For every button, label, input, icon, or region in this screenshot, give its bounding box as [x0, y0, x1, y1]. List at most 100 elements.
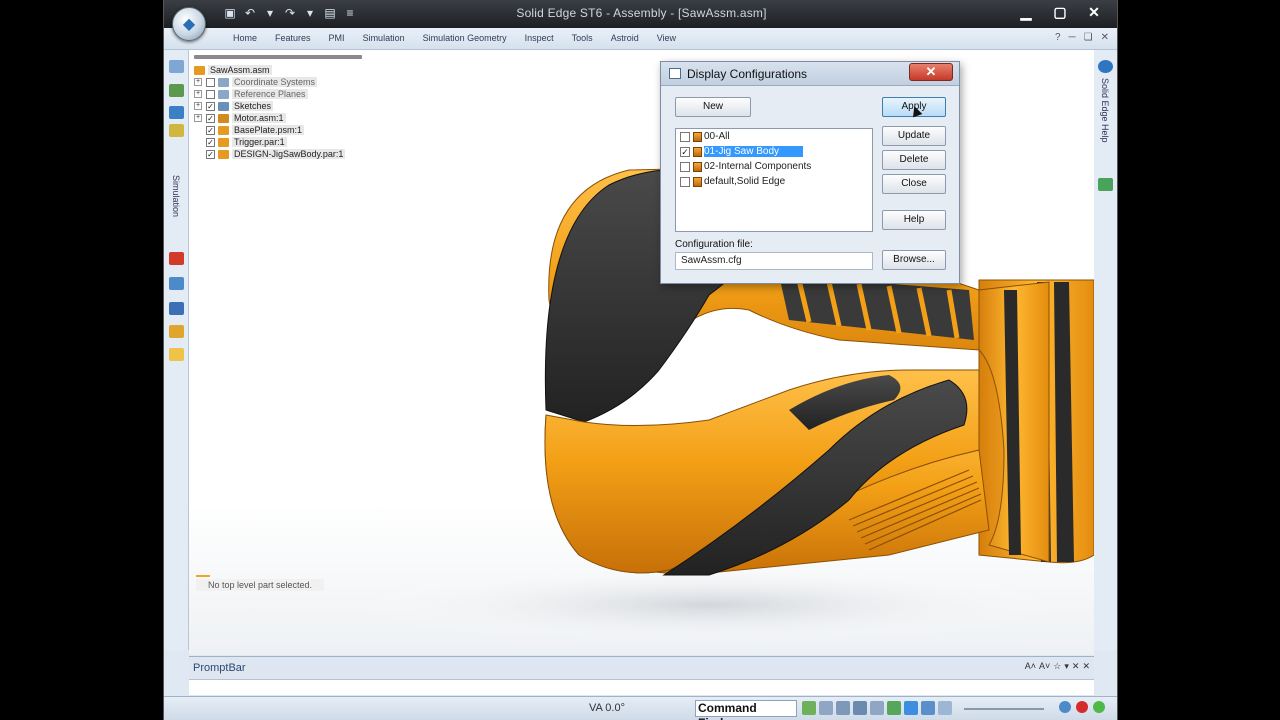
configuration-item[interactable]: 00-All	[676, 129, 872, 144]
configuration-file-field[interactable]: SawAssm.cfg	[675, 252, 873, 270]
expand-icon[interactable]: +	[194, 90, 202, 98]
configuration-list[interactable]: 00-All ✓ 01-Jig Saw Body 02-Internal Com…	[675, 128, 873, 232]
visibility-checkbox[interactable]: ✓	[206, 125, 215, 135]
teamcenter-icon[interactable]	[169, 348, 184, 361]
visibility-checkbox[interactable]	[206, 89, 215, 99]
pan-icon[interactable]	[870, 701, 884, 715]
youtube-icon[interactable]	[169, 252, 184, 265]
zoom-slider[interactable]	[964, 708, 1044, 710]
delete-button[interactable]: Delete	[882, 150, 946, 170]
simulation-tab-icon[interactable]	[169, 124, 184, 137]
feature-library-icon[interactable]	[169, 84, 184, 97]
tab-pmi[interactable]: PMI	[320, 33, 354, 43]
close-window-button[interactable]: ✕	[1079, 2, 1109, 22]
update-button[interactable]: Update	[882, 126, 946, 146]
solid-edge-help-label[interactable]: Solid Edge Help	[1100, 78, 1110, 143]
tree-item-trigger[interactable]: ✓ Trigger.par:1	[194, 136, 494, 148]
tab-inspect[interactable]: Inspect	[516, 33, 563, 43]
options-dropdown-icon[interactable]: ▾	[1064, 661, 1069, 672]
expand-icon[interactable]: +	[194, 102, 202, 110]
configuration-icon	[693, 131, 702, 142]
tab-features[interactable]: Features	[266, 33, 320, 43]
tab-astroid[interactable]: Astroid	[602, 33, 648, 43]
parts-library-icon[interactable]	[169, 302, 184, 315]
layers-icon[interactable]	[169, 106, 184, 119]
visibility-checkbox[interactable]: ✓	[206, 113, 215, 123]
doc-close-icon[interactable]: ✕	[1101, 32, 1109, 43]
tree-item-coordinate-systems[interactable]: + Coordinate Systems	[194, 76, 494, 88]
configuration-icon	[693, 176, 702, 187]
dialog-title-bar[interactable]: Display Configurations ✕	[661, 62, 959, 86]
tab-view[interactable]: View	[648, 33, 685, 43]
maximize-button[interactable]: ▢	[1045, 2, 1075, 22]
favorite-icon[interactable]: ☆	[1053, 661, 1061, 672]
shaded-view-icon[interactable]	[921, 701, 935, 715]
record-icon[interactable]	[1076, 701, 1088, 713]
pathfinder-tab-icon[interactable]	[169, 60, 184, 73]
configuration-item[interactable]: 02-Internal Components	[676, 159, 872, 174]
tree-item-baseplate[interactable]: ✓ BasePlate.psm:1	[194, 124, 494, 136]
tab-home[interactable]: Home	[224, 33, 266, 43]
expand-icon[interactable]: +	[194, 78, 202, 86]
refresh-help-icon[interactable]	[1098, 178, 1113, 191]
promptbar-close-icon[interactable]: ✕	[1082, 661, 1090, 672]
ribbon-tabs: Home Features PMI Simulation Simulation …	[224, 33, 685, 43]
simulation-tab-label[interactable]: Simulation	[171, 175, 181, 217]
status-indicator	[196, 575, 210, 577]
zoom-icon[interactable]	[836, 701, 850, 715]
zoom-in-icon[interactable]	[1059, 701, 1071, 713]
zoom-area-icon[interactable]	[819, 701, 833, 715]
configuration-checkbox[interactable]	[680, 161, 690, 172]
rotate-icon[interactable]	[887, 701, 901, 715]
close-button[interactable]: Close	[882, 174, 946, 194]
tree-item-label: Coordinate Systems	[232, 77, 318, 87]
tree-item-label: Motor.asm:1	[232, 113, 286, 123]
help-icon[interactable]: ?	[1055, 32, 1061, 43]
configuration-checkbox[interactable]	[680, 131, 690, 142]
sensors-icon[interactable]	[169, 277, 184, 290]
font-decrease-icon[interactable]: A˅	[1039, 661, 1050, 672]
doc-minimize-icon[interactable]: ─	[1069, 32, 1076, 43]
help-button[interactable]: Help	[882, 210, 946, 230]
browse-button[interactable]: Browse...	[882, 250, 946, 270]
fit-icon[interactable]	[853, 701, 867, 715]
part-icon	[218, 149, 229, 159]
tab-tools[interactable]: Tools	[563, 33, 602, 43]
new-button[interactable]: New	[675, 97, 751, 117]
tab-simulation-geometry[interactable]: Simulation Geometry	[414, 33, 516, 43]
play-icon[interactable]	[1093, 701, 1105, 713]
tree-item-reference-planes[interactable]: + Reference Planes	[194, 88, 494, 100]
pin-icon[interactable]: ✕	[1072, 661, 1080, 672]
visibility-checkbox[interactable]: ✓	[206, 101, 215, 111]
configuration-checkbox[interactable]	[680, 176, 690, 187]
visibility-checkbox[interactable]	[206, 77, 215, 87]
left-docking-bar: Simulation	[164, 50, 189, 650]
expand-icon[interactable]: +	[194, 114, 202, 122]
visibility-checkbox[interactable]: ✓	[206, 137, 215, 147]
status-indicators	[1059, 701, 1105, 713]
family-of-assemblies-icon[interactable]	[169, 325, 184, 338]
command-finder-input[interactable]: Command Finder	[695, 700, 797, 720]
application-button[interactable]: ◆	[172, 7, 206, 41]
dialog-close-button[interactable]: ✕	[909, 63, 953, 81]
tree-item-motor[interactable]: + ✓ Motor.asm:1	[194, 112, 494, 124]
dialog-title: Display Configurations	[687, 67, 808, 81]
refresh-icon[interactable]	[802, 701, 816, 715]
tree-item-jigsaw-body[interactable]: ✓ DESIGN-JigSawBody.par:1	[194, 148, 494, 160]
configuration-item[interactable]: default,Solid Edge	[676, 174, 872, 189]
configuration-checkbox[interactable]: ✓	[680, 146, 690, 157]
tree-root[interactable]: SawAssm.asm	[194, 64, 494, 76]
tree-item-sketches[interactable]: + ✓ Sketches	[194, 100, 494, 112]
display-configurations-dialog: Display Configurations ✕ New Apply Updat…	[660, 61, 960, 284]
font-increase-icon[interactable]: A˄	[1025, 661, 1036, 672]
tab-simulation[interactable]: Simulation	[354, 33, 414, 43]
visibility-checkbox[interactable]: ✓	[206, 149, 215, 159]
doc-restore-icon[interactable]: ❏	[1084, 32, 1093, 43]
minimize-button[interactable]: ▁	[1011, 2, 1041, 22]
sketch-view-icon[interactable]	[938, 701, 952, 715]
view-orientation-icon[interactable]	[904, 701, 918, 715]
configuration-item-selected[interactable]: ✓ 01-Jig Saw Body	[676, 144, 872, 159]
sketch-icon	[218, 101, 229, 111]
help-globe-icon[interactable]	[1098, 60, 1113, 73]
pathfinder-splitter[interactable]	[194, 55, 362, 59]
